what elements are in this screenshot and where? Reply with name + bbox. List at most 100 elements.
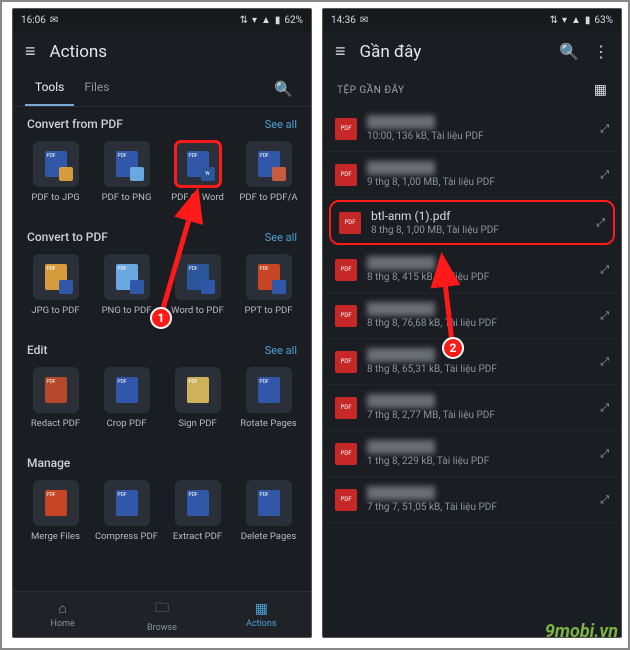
status-time: 16:06	[21, 15, 46, 26]
section-manage: Manage	[27, 456, 70, 470]
tile-redact[interactable]: Redact PDF	[23, 367, 88, 438]
tile-crop[interactable]: Crop PDF	[94, 367, 159, 438]
file-meta: 10:00, 136 kB, Tài liệu PDF	[367, 131, 590, 142]
tile-jpg-to-pdf[interactable]: JPG to PDF	[23, 254, 88, 325]
wifi-icon: ▾	[562, 15, 567, 26]
file-meta: 9 thg 8, 1,00 MB, Tài liệu PDF	[367, 177, 590, 188]
pdf-icon: PDF	[335, 489, 357, 511]
expand-icon[interactable]: ⤢	[600, 447, 609, 461]
nav-actions[interactable]: ▦Actions	[212, 592, 311, 637]
section-convert-from: Convert from PDF	[27, 117, 123, 131]
app-header: ≡ Gần đây 🔍 ⋮	[323, 31, 621, 72]
expand-icon[interactable]: ⤢	[600, 122, 609, 136]
seeall-link[interactable]: See all	[265, 231, 297, 244]
tab-files[interactable]: Files	[74, 72, 119, 106]
pdf-icon: PDF	[335, 118, 357, 140]
tile-pdf-to-pdfa[interactable]: PDF to PDF/A	[236, 141, 301, 212]
tile-sign[interactable]: Sign PDF	[165, 367, 230, 438]
app-header: ≡ Actions	[13, 31, 311, 72]
pdf-icon: PDF	[335, 351, 357, 373]
file-name: ████████	[367, 302, 590, 316]
notification-icon: ✉	[50, 15, 58, 26]
pdf-icon: PDF	[339, 212, 361, 234]
file-row[interactable]: PDF ████████ 9 thg 8, 1,00 MB, Tài liệu PD…	[323, 152, 621, 198]
file-meta: 1 thg 8, 229 kB, Tài liệu PDF	[367, 456, 590, 467]
bottom-nav: ⌂Home 🗀Browse ▦Actions	[13, 591, 311, 637]
file-row[interactable]: PDF████████7 thg 7, 51,05 kB, Tài liệu P…	[323, 477, 621, 523]
expand-icon[interactable]: ⤢	[600, 168, 609, 182]
file-row[interactable]: PDF████████7 thg 8, 2,77 MB, Tài liệu PD…	[323, 385, 621, 431]
tile-compress[interactable]: Compress PDF	[94, 480, 159, 551]
file-name: ████████	[367, 348, 590, 362]
section-convert-to: Convert to PDF	[27, 230, 108, 244]
search-icon[interactable]: 🔍	[268, 74, 299, 104]
file-row[interactable]: PDF ████████ 8 thg 8, 65,31 kB, Tài liệu P…	[323, 339, 621, 385]
tab-tools[interactable]: Tools	[25, 72, 74, 106]
file-row[interactable]: PDF ████████ 8 thg 8, 76,68 kB, Tài liệu P…	[323, 293, 621, 339]
folder-icon: 🗀	[155, 597, 169, 621]
expand-icon[interactable]: ⤢	[600, 309, 609, 323]
tile-merge[interactable]: Merge Files	[23, 480, 88, 551]
home-icon: ⌂	[58, 600, 66, 617]
grid-icon: ▦	[255, 601, 268, 617]
tile-pdf-to-jpg[interactable]: PDF to JPG	[23, 141, 88, 212]
seeall-link[interactable]: See all	[265, 118, 297, 131]
file-name: ████████	[367, 440, 590, 454]
tile-extract[interactable]: Extract PDF	[165, 480, 230, 551]
expand-icon[interactable]: ⤢	[596, 216, 605, 230]
screenshot-actions: 16:06✉ ⇅ ▾ ▲ ▮ 62% ≡ Actions Tools Files…	[12, 8, 312, 638]
menu-icon[interactable]: ≡	[25, 41, 36, 62]
pdf-icon: PDF	[335, 259, 357, 281]
page-title: Gần đây	[360, 42, 546, 62]
screenshot-recent: 14:36✉ ⇅ ▾ ▲ ▮ 63% ≡ Gần đây 🔍 ⋮ TỆP GẦN…	[322, 8, 622, 638]
seeall-link[interactable]: See all	[265, 344, 297, 357]
expand-icon[interactable]: ⤢	[600, 401, 609, 415]
nav-home[interactable]: ⌂Home	[13, 592, 112, 637]
network-icon: ⇅	[240, 15, 248, 26]
battery-pct: 62%	[284, 15, 303, 26]
file-row[interactable]: PDF████████8 thg 8, 415 kB, Tài liệu PDF…	[323, 247, 621, 293]
recent-section-label: TỆP GẦN ĐÂY	[337, 85, 405, 96]
file-name: btl-anm (1).pdf	[371, 209, 586, 223]
menu-icon[interactable]: ≡	[335, 41, 346, 62]
notification-icon: ✉	[360, 15, 368, 26]
expand-icon[interactable]: ⤢	[600, 493, 609, 507]
tile-rotate[interactable]: Rotate Pages	[236, 367, 301, 438]
file-row[interactable]: PDF ████████ 10:00, 136 kB, Tài liệu PDF ⤢	[323, 106, 621, 152]
tile-pdf-to-word[interactable]: WPDF to Word	[165, 141, 230, 212]
search-icon[interactable]: 🔍	[559, 42, 579, 61]
tile-pdf-to-png[interactable]: PDF to PNG	[94, 141, 159, 212]
expand-icon[interactable]: ⤢	[600, 263, 609, 277]
file-name: ████████	[367, 115, 590, 129]
tile-word-to-pdf[interactable]: Word to PDF	[165, 254, 230, 325]
pdf-icon: PDF	[335, 443, 357, 465]
nav-browse[interactable]: 🗀Browse	[112, 592, 211, 637]
battery-icon: ▮	[585, 15, 591, 26]
tile-delete-pages[interactable]: Delete Pages	[236, 480, 301, 551]
signal-icon: ▲	[261, 15, 271, 26]
expand-icon[interactable]: ⤢	[600, 355, 609, 369]
file-name: ████████	[367, 394, 590, 408]
network-icon: ⇅	[550, 15, 558, 26]
watermark: 9mobi.vn	[545, 621, 618, 642]
tile-ppt-to-pdf[interactable]: PPT to PDF	[236, 254, 301, 325]
more-icon[interactable]: ⋮	[593, 42, 609, 61]
file-name: ████████	[367, 161, 590, 175]
file-meta: 7 thg 8, 2,77 MB, Tài liệu PDF	[367, 410, 590, 421]
status-time: 14:36	[331, 15, 356, 26]
file-list: PDF████████10:00, 136 kB, Tài liệu PDF⤢P…	[323, 106, 621, 523]
file-meta: 8 thg 8, 76,68 kB, Tài liệu PDF	[367, 318, 590, 329]
battery-pct: 63%	[594, 15, 613, 26]
status-bar: 14:36✉ ⇅ ▾ ▲ ▮ 63%	[323, 9, 621, 31]
file-row[interactable]: PDF ████████ 1 thg 8, 229 kB, Tài liệu PDF…	[323, 431, 621, 477]
file-name: ████████	[367, 256, 590, 270]
pdf-icon: PDF	[335, 305, 357, 327]
file-row[interactable]: PDF btl-anm (1).pdf 8 thg 8, 1,00 MB, Tài …	[329, 200, 615, 245]
wifi-icon: ▾	[252, 15, 257, 26]
file-meta: 8 thg 8, 65,31 kB, Tài liệu PDF	[367, 364, 590, 375]
page-title: Actions	[50, 42, 299, 62]
pdf-icon: PDF	[335, 164, 357, 186]
view-grid-icon[interactable]: ▦	[594, 82, 607, 98]
tile-png-to-pdf[interactable]: PNG to PDF	[94, 254, 159, 325]
file-meta: 8 thg 8, 1,00 MB, Tài liệu PDF	[371, 225, 586, 236]
